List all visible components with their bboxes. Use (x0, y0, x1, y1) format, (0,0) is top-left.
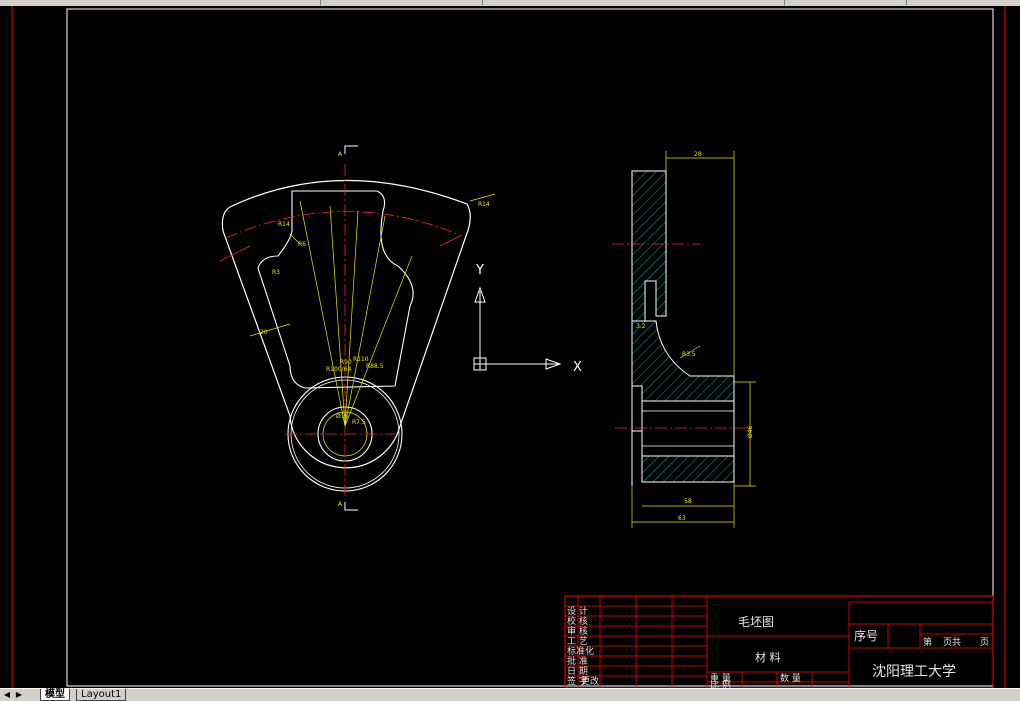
part-outline (221, 179, 471, 469)
sheet-border (66, 8, 994, 687)
dim-r14b: R14 (478, 201, 490, 208)
ucs-y-label: Y (475, 263, 484, 278)
university-name: 沈阳理工大学 (872, 664, 956, 680)
count-label: 数 量 (780, 672, 801, 684)
sheet-label-1: 第 (923, 636, 932, 648)
side-view: 28 58 63 Ø46 R3.5 3.2 (612, 151, 756, 528)
layout-tab-bar: ◀ ▶ 模型 Layout1 (0, 688, 1020, 701)
dim-r6: R6 (298, 241, 306, 248)
sequence-label: 序号 (854, 628, 878, 643)
left-col-1: 校 核 (567, 615, 588, 627)
tab-layout1[interactable]: Layout1 (76, 689, 127, 701)
dim-d16: Ø16 (336, 413, 349, 420)
dim-r7: R7.5 (352, 419, 366, 426)
cad-drawing[interactable]: A A R14 R6 R3 R14 20 R100/64 R90 R110 R8… (0, 6, 1020, 688)
lower-body (631, 320, 735, 402)
toolbar-segment[interactable] (786, 0, 907, 5)
tab-model[interactable]: 模型 (40, 689, 70, 701)
radial-centerline-right (439, 235, 461, 247)
dimension-lines (249, 193, 496, 427)
bore (641, 400, 735, 457)
dim-r88: R88.5 (366, 363, 384, 370)
left-col-3: 工 艺 (567, 636, 588, 647)
section-label-bottom: A (338, 501, 343, 508)
material-label: 材 料 (755, 650, 781, 664)
next-tab-icon[interactable]: ▶ (14, 689, 24, 701)
radial-centerline-left (219, 245, 251, 262)
first-tab-icon[interactable]: ◀ (2, 689, 12, 701)
dim-63: 63 (678, 515, 686, 522)
ucs-icon: Y X (473, 263, 582, 375)
dim-28: 28 (694, 151, 702, 158)
section-mark-bottom (344, 502, 358, 511)
dim-r35: R3.5 (682, 351, 696, 358)
section-label-top: A (338, 151, 343, 158)
sheet-label-3: 页 (980, 637, 989, 648)
dim-r3: R3 (272, 269, 280, 276)
dim-r14: R14 (278, 221, 290, 228)
arc-centerline (225, 211, 463, 239)
toolbar-segment[interactable] (484, 0, 785, 5)
bottom-ring (641, 455, 735, 483)
title-block: 毛坯图 材 料 序号 第 页共 页 沈阳理工大学 重 量 数 量 比 例 设 计… (564, 595, 994, 688)
section-mark-top (344, 145, 358, 154)
left-col-6: 日 期 (567, 666, 588, 677)
left-col-4: 标准化 (567, 645, 594, 657)
dim-r110: R110 (353, 356, 369, 363)
left-col-2: 审 核 (567, 625, 588, 637)
left-col-0: 设 计 (567, 605, 588, 617)
dim-58: 58 (684, 498, 692, 505)
dim-r90: R90 (340, 359, 352, 366)
dim-rad3: R100/64 (326, 366, 351, 373)
drawing-name: 毛坯图 (738, 615, 774, 629)
sheet-label-2: 页共 (943, 637, 961, 648)
dim-20: 20 (260, 329, 268, 336)
left-col-8: 更改 (581, 675, 599, 687)
toolbar-segment[interactable] (322, 0, 483, 5)
drawing-canvas[interactable]: A A R14 R6 R3 R14 20 R100/64 R90 R110 R8… (0, 6, 1020, 688)
front-view: A A R14 R6 R3 R14 20 R100/64 R90 R110 R8… (219, 145, 496, 511)
dim-d46: Ø46 (747, 425, 754, 438)
toolbar-segment[interactable] (0, 0, 321, 5)
scale-label: 比 例 (710, 679, 731, 688)
left-col-5: 批 准 (567, 655, 588, 667)
upper-web (631, 170, 667, 322)
dim-32: 3.2 (636, 323, 646, 330)
ucs-x-label: X (573, 360, 582, 375)
